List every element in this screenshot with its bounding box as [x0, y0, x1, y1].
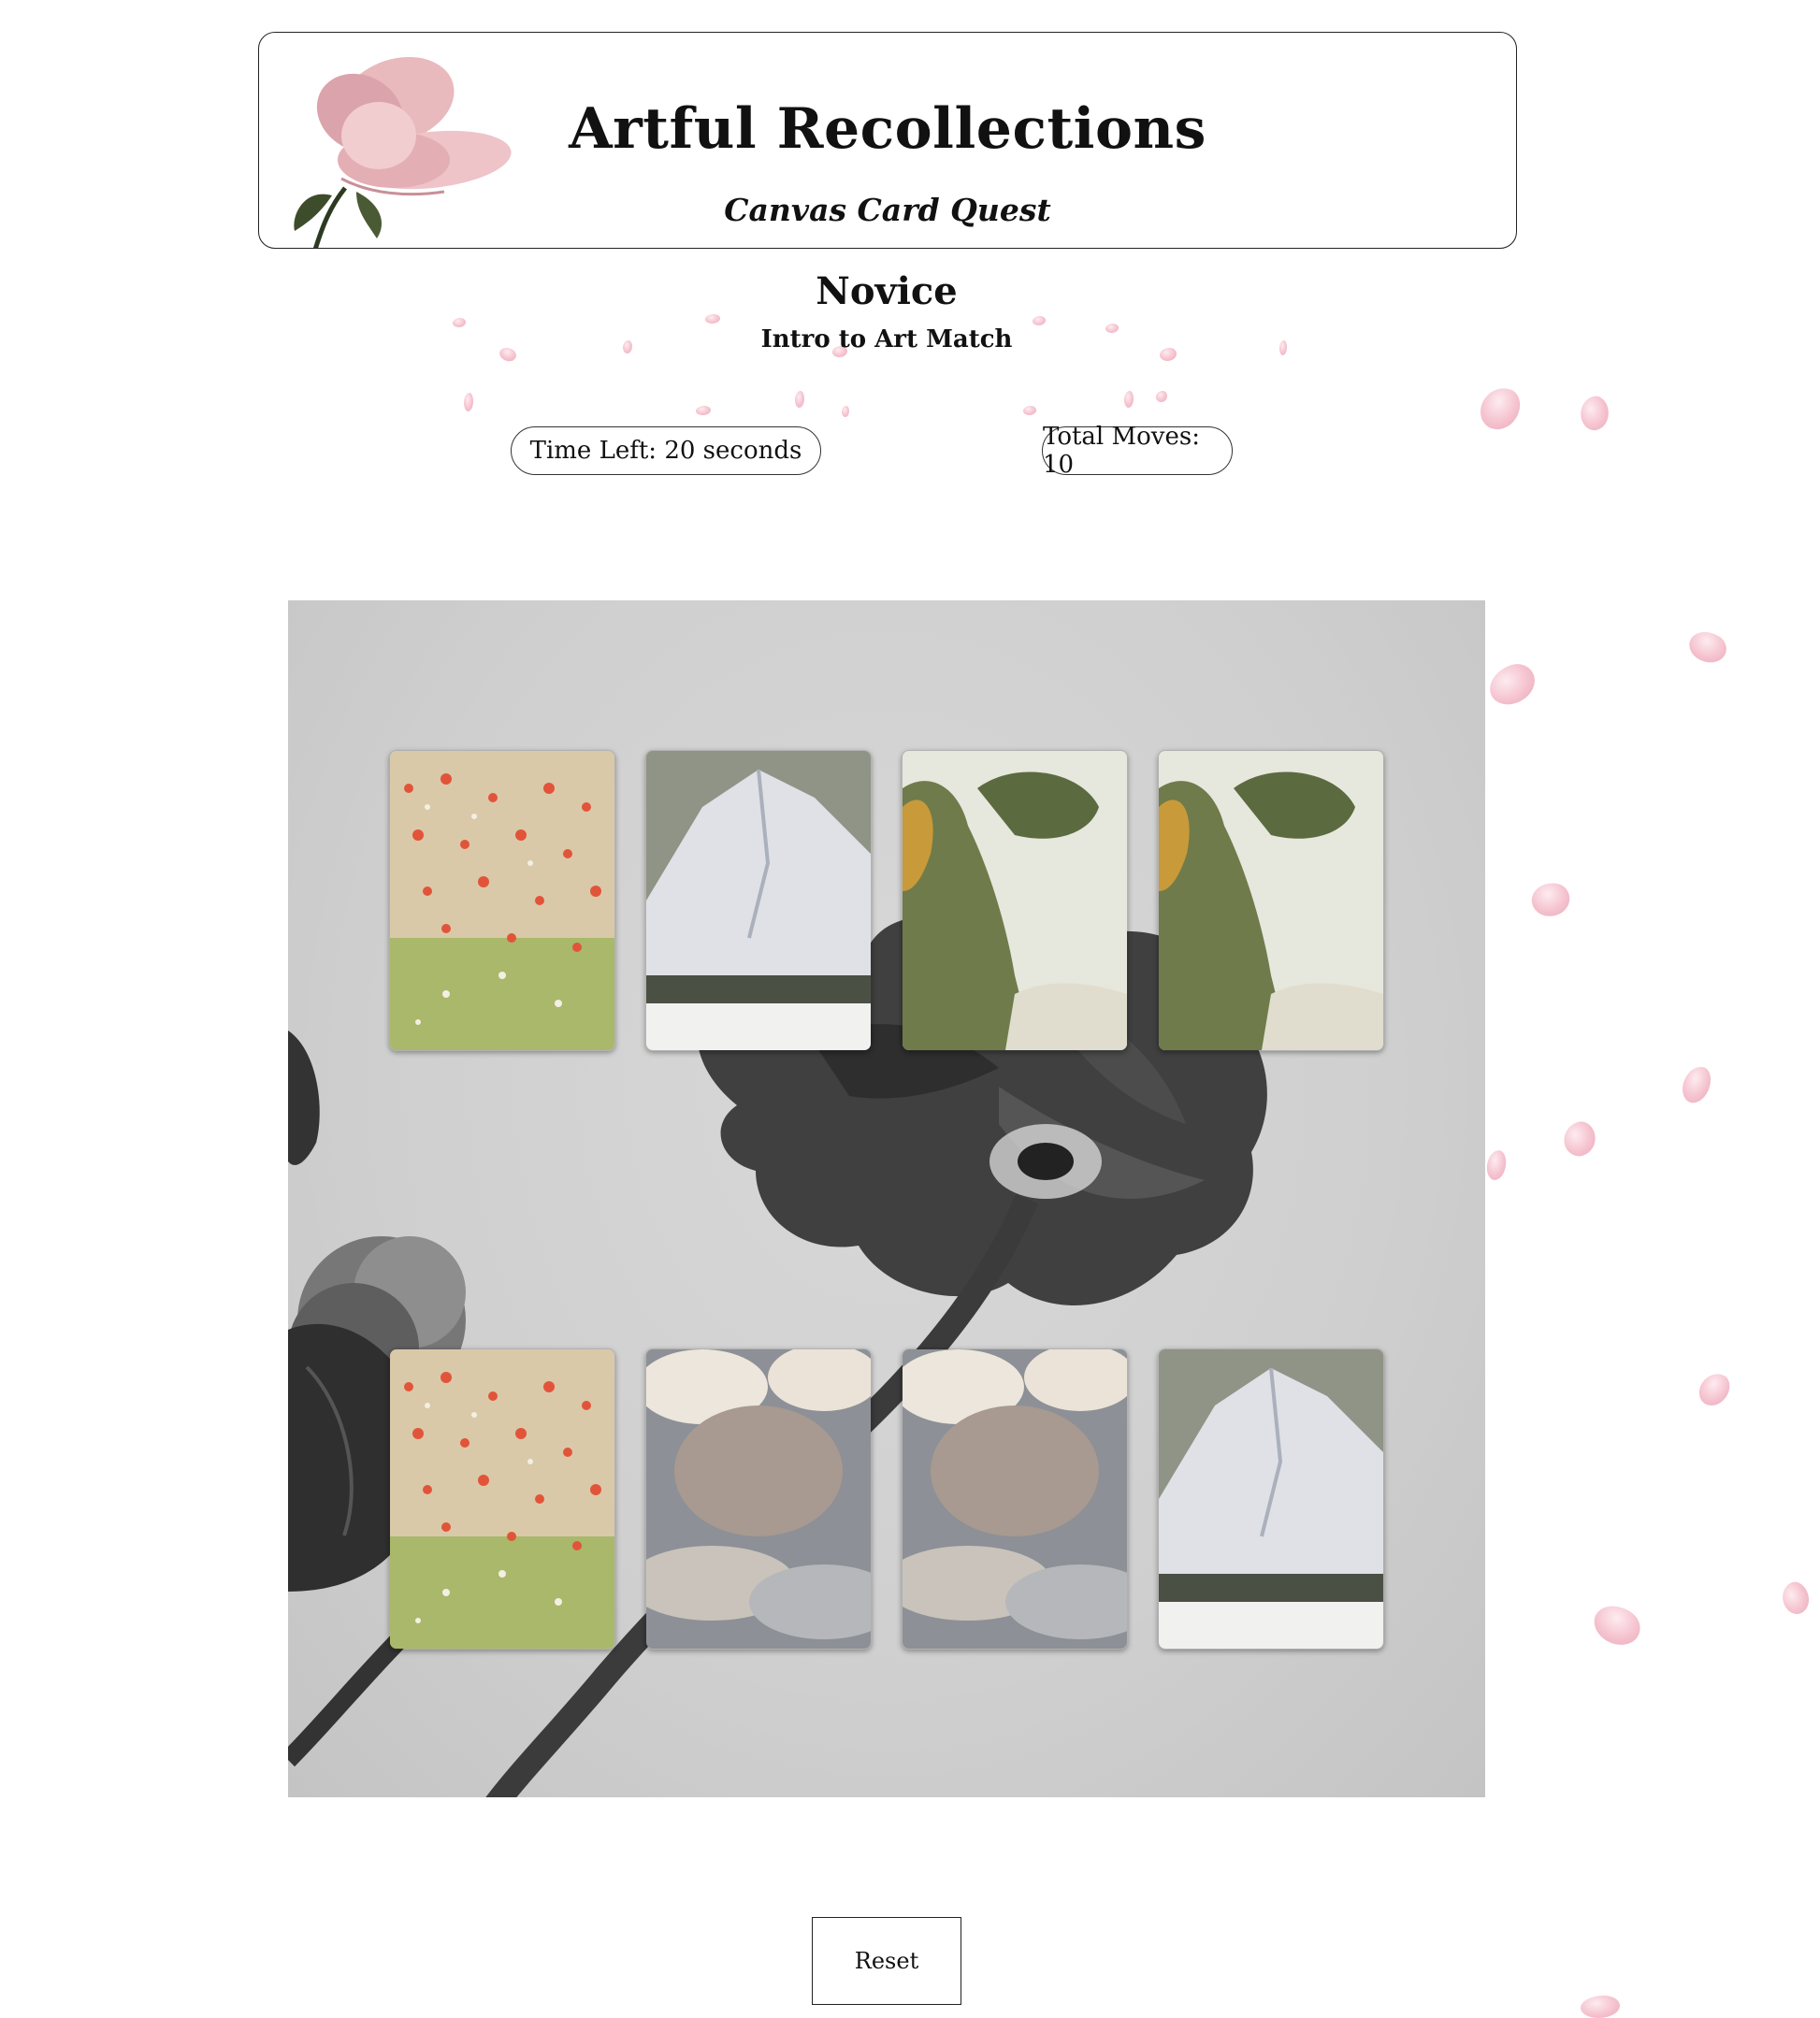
- cloudy-sky-painting: [903, 1349, 1127, 1649]
- memory-card[interactable]: [389, 750, 615, 1051]
- snowy-mountain-painting: [1159, 1349, 1383, 1649]
- app-title: Artful Recollections: [569, 96, 1206, 162]
- total-moves-display: Total Moves: 10: [1042, 423, 1233, 479]
- app-subtitle: Canvas Card Quest: [724, 192, 1051, 228]
- memory-card[interactable]: [902, 750, 1128, 1051]
- time-left-display: Time Left: 20 seconds: [511, 426, 821, 475]
- level-description: Intro to Art Match: [760, 325, 1013, 353]
- level-name: Novice: [816, 269, 958, 313]
- snowy-mountain-painting: [646, 751, 871, 1050]
- header-banner: Artful Recollections Canvas Card Quest: [258, 32, 1517, 249]
- forest-cliff-painting: [1159, 751, 1383, 1050]
- memory-card[interactable]: [645, 750, 872, 1051]
- reset-button[interactable]: Reset: [812, 1917, 961, 2005]
- memory-card[interactable]: [902, 1348, 1128, 1650]
- memory-card[interactable]: [389, 1348, 615, 1650]
- game-board: [288, 600, 1485, 1797]
- forest-cliff-painting: [903, 751, 1127, 1050]
- memory-card[interactable]: [1158, 1348, 1384, 1650]
- memory-card[interactable]: [645, 1348, 872, 1650]
- cloudy-sky-painting: [646, 1349, 871, 1649]
- poppy-field-painting: [390, 751, 614, 1050]
- memory-game-app: Artful Recollections Canvas Card Quest N…: [0, 0, 1820, 2018]
- memory-card[interactable]: [1158, 750, 1384, 1051]
- poppy-field-painting: [390, 1349, 614, 1649]
